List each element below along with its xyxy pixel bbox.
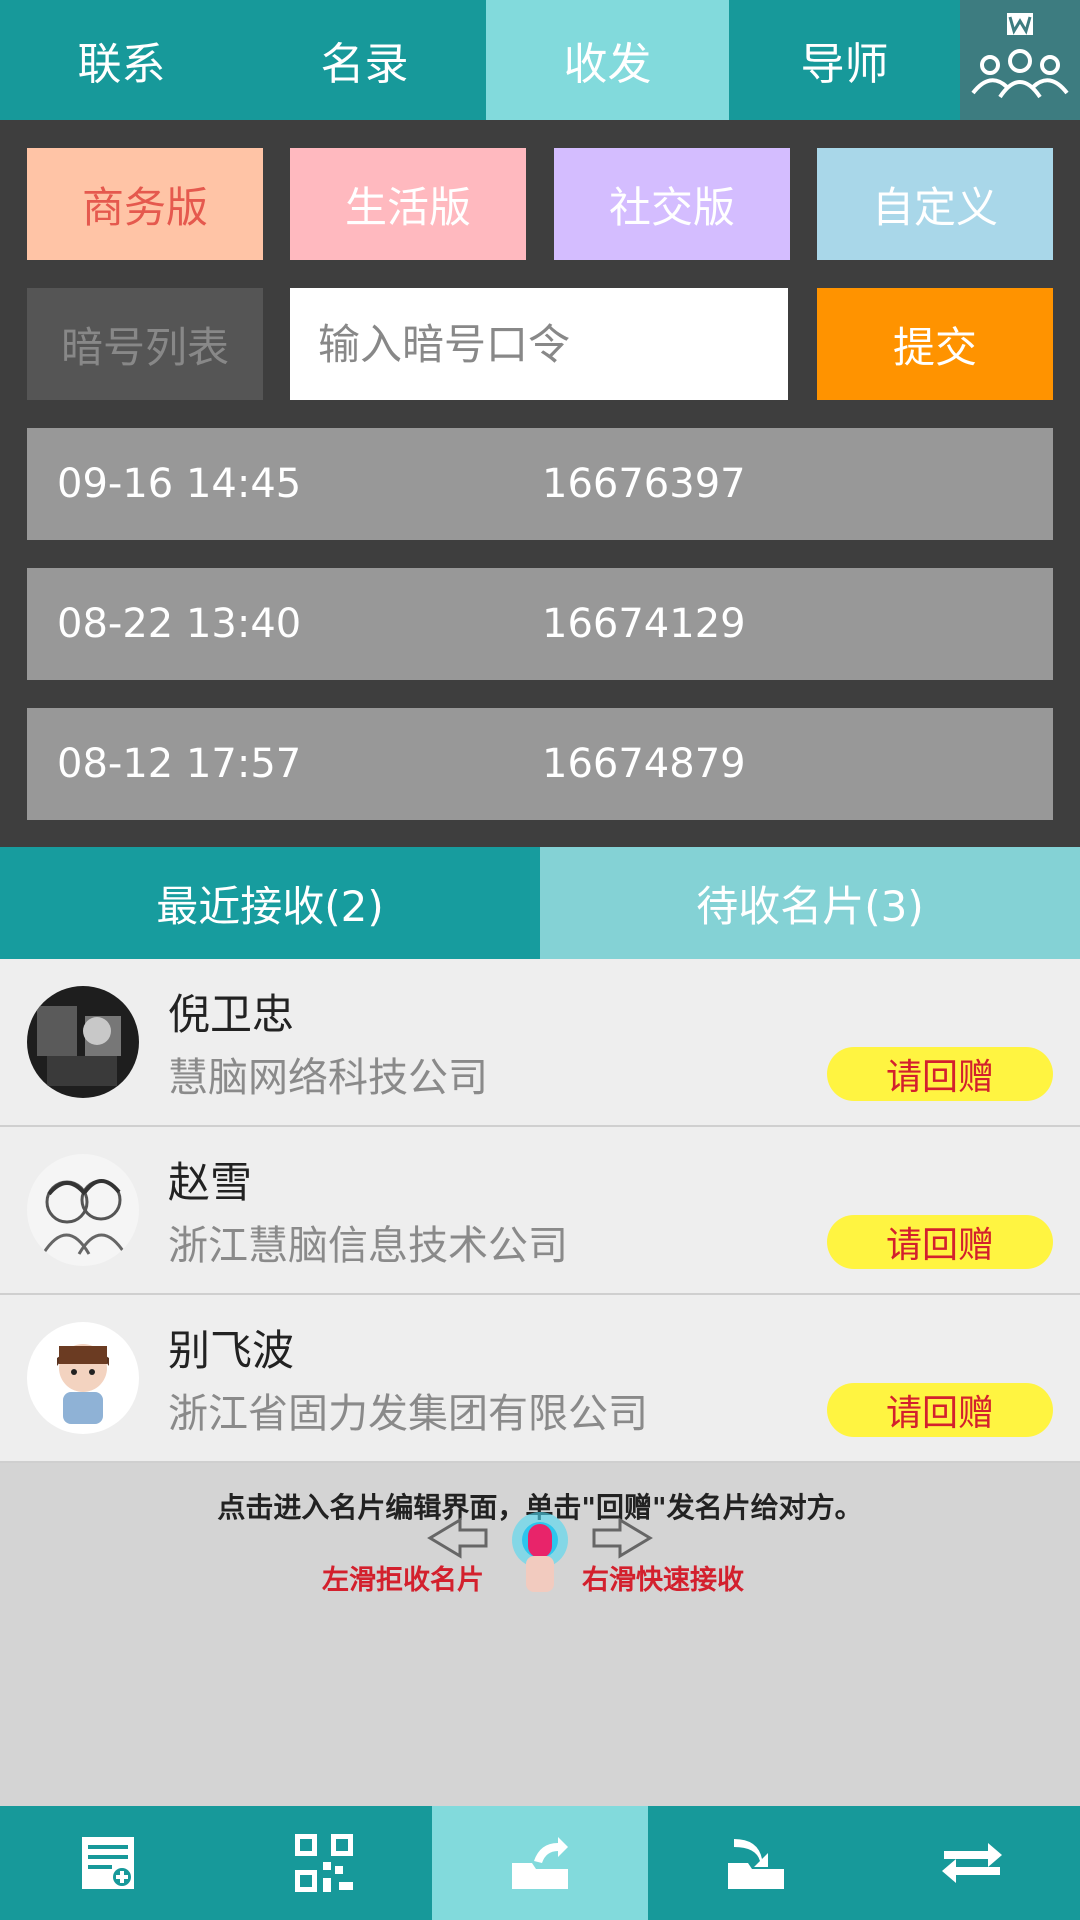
bottom-nav-receive[interactable] (648, 1806, 864, 1920)
hint-area: 点击进入名片编辑界面，单击"回赠"发名片给对方。 左滑拒收名片 右滑快速接收 (0, 1466, 1080, 1806)
control-panel: 商务版 生活版 社交版 自定义 暗号列表 提交 09-16 14:45 1667… (0, 120, 1080, 847)
record-time: 09-16 14:45 (57, 461, 302, 507)
record-time: 08-22 13:40 (57, 601, 302, 647)
avatar (27, 986, 139, 1098)
swap-arrows-icon (942, 1843, 1002, 1883)
contact-name: 赵雪 (168, 1158, 253, 1207)
code-input[interactable] (290, 288, 788, 400)
reply-gift-button[interactable]: 请回赠 (827, 1047, 1053, 1101)
contact-name: 倪卫忠 (168, 990, 295, 1039)
card-add-icon (82, 1837, 134, 1889)
code-list-button[interactable]: 暗号列表 (27, 288, 263, 400)
tab-send-receive[interactable]: 收发 (486, 0, 729, 120)
top-navigation: 联系 名录 收发 导师 (0, 0, 1080, 120)
contact-name: 别飞波 (168, 1326, 295, 1375)
tab-directory[interactable]: 名录 (243, 0, 486, 120)
contact-company: 慧脑网络科技公司 (168, 1055, 488, 1101)
tab-mentor[interactable]: 导师 (729, 0, 960, 120)
avatar (27, 1322, 139, 1434)
bottom-navigation (0, 1806, 1080, 1920)
life-version-button[interactable]: 生活版 (290, 148, 526, 260)
contact-company: 浙江省固力发集团有限公司 (168, 1391, 648, 1437)
bottom-nav-swap[interactable] (864, 1806, 1080, 1920)
swipe-right-label: 右滑快速接收 (582, 1565, 744, 1596)
receive-folder-icon (728, 1839, 784, 1889)
business-version-button[interactable]: 商务版 (27, 148, 263, 260)
avatar (27, 1154, 139, 1266)
card-tabs: 最近接收(2) 待收名片(3) (0, 847, 1080, 959)
bottom-nav-qr[interactable] (216, 1806, 432, 1920)
contact-company: 浙江慧脑信息技术公司 (168, 1223, 568, 1269)
code-record[interactable]: 08-22 13:40 16674129 (27, 568, 1053, 680)
tab-recently-received[interactable]: 最近接收(2) (0, 847, 540, 959)
submit-button[interactable]: 提交 (817, 288, 1053, 400)
people-group-icon (971, 13, 1069, 99)
contact-row[interactable]: 赵雪 浙江慧脑信息技术公司 请回赠 (0, 1127, 1080, 1295)
record-time: 08-12 17:57 (57, 741, 302, 787)
profile-button[interactable] (960, 0, 1080, 120)
bottom-nav-send[interactable] (432, 1806, 648, 1920)
send-folder-icon (512, 1837, 568, 1889)
record-code: 16674129 (542, 601, 746, 647)
reply-gift-button[interactable]: 请回赠 (827, 1383, 1053, 1437)
record-code: 16676397 (542, 461, 746, 507)
record-code: 16674879 (542, 741, 746, 787)
tab-contacts[interactable]: 联系 (0, 0, 243, 120)
swipe-left-label: 左滑拒收名片 (322, 1565, 484, 1596)
contact-row[interactable]: 别飞波 浙江省固力发集团有限公司 请回赠 (0, 1295, 1080, 1463)
contact-list: 倪卫忠 慧脑网络科技公司 请回赠 赵雪 浙江慧脑信息技术公司 请回赠 别飞波 浙… (0, 959, 1080, 1463)
social-version-button[interactable]: 社交版 (554, 148, 790, 260)
tab-pending-cards[interactable]: 待收名片(3) (540, 847, 1080, 959)
code-record[interactable]: 08-12 17:57 16674879 (27, 708, 1053, 820)
reply-gift-button[interactable]: 请回赠 (827, 1215, 1053, 1269)
code-record[interactable]: 09-16 14:45 16676397 (27, 428, 1053, 540)
contact-row[interactable]: 倪卫忠 慧脑网络科技公司 请回赠 (0, 959, 1080, 1127)
qr-code-icon (295, 1834, 353, 1892)
custom-version-button[interactable]: 自定义 (817, 148, 1053, 260)
bottom-nav-card-add[interactable] (0, 1806, 216, 1920)
